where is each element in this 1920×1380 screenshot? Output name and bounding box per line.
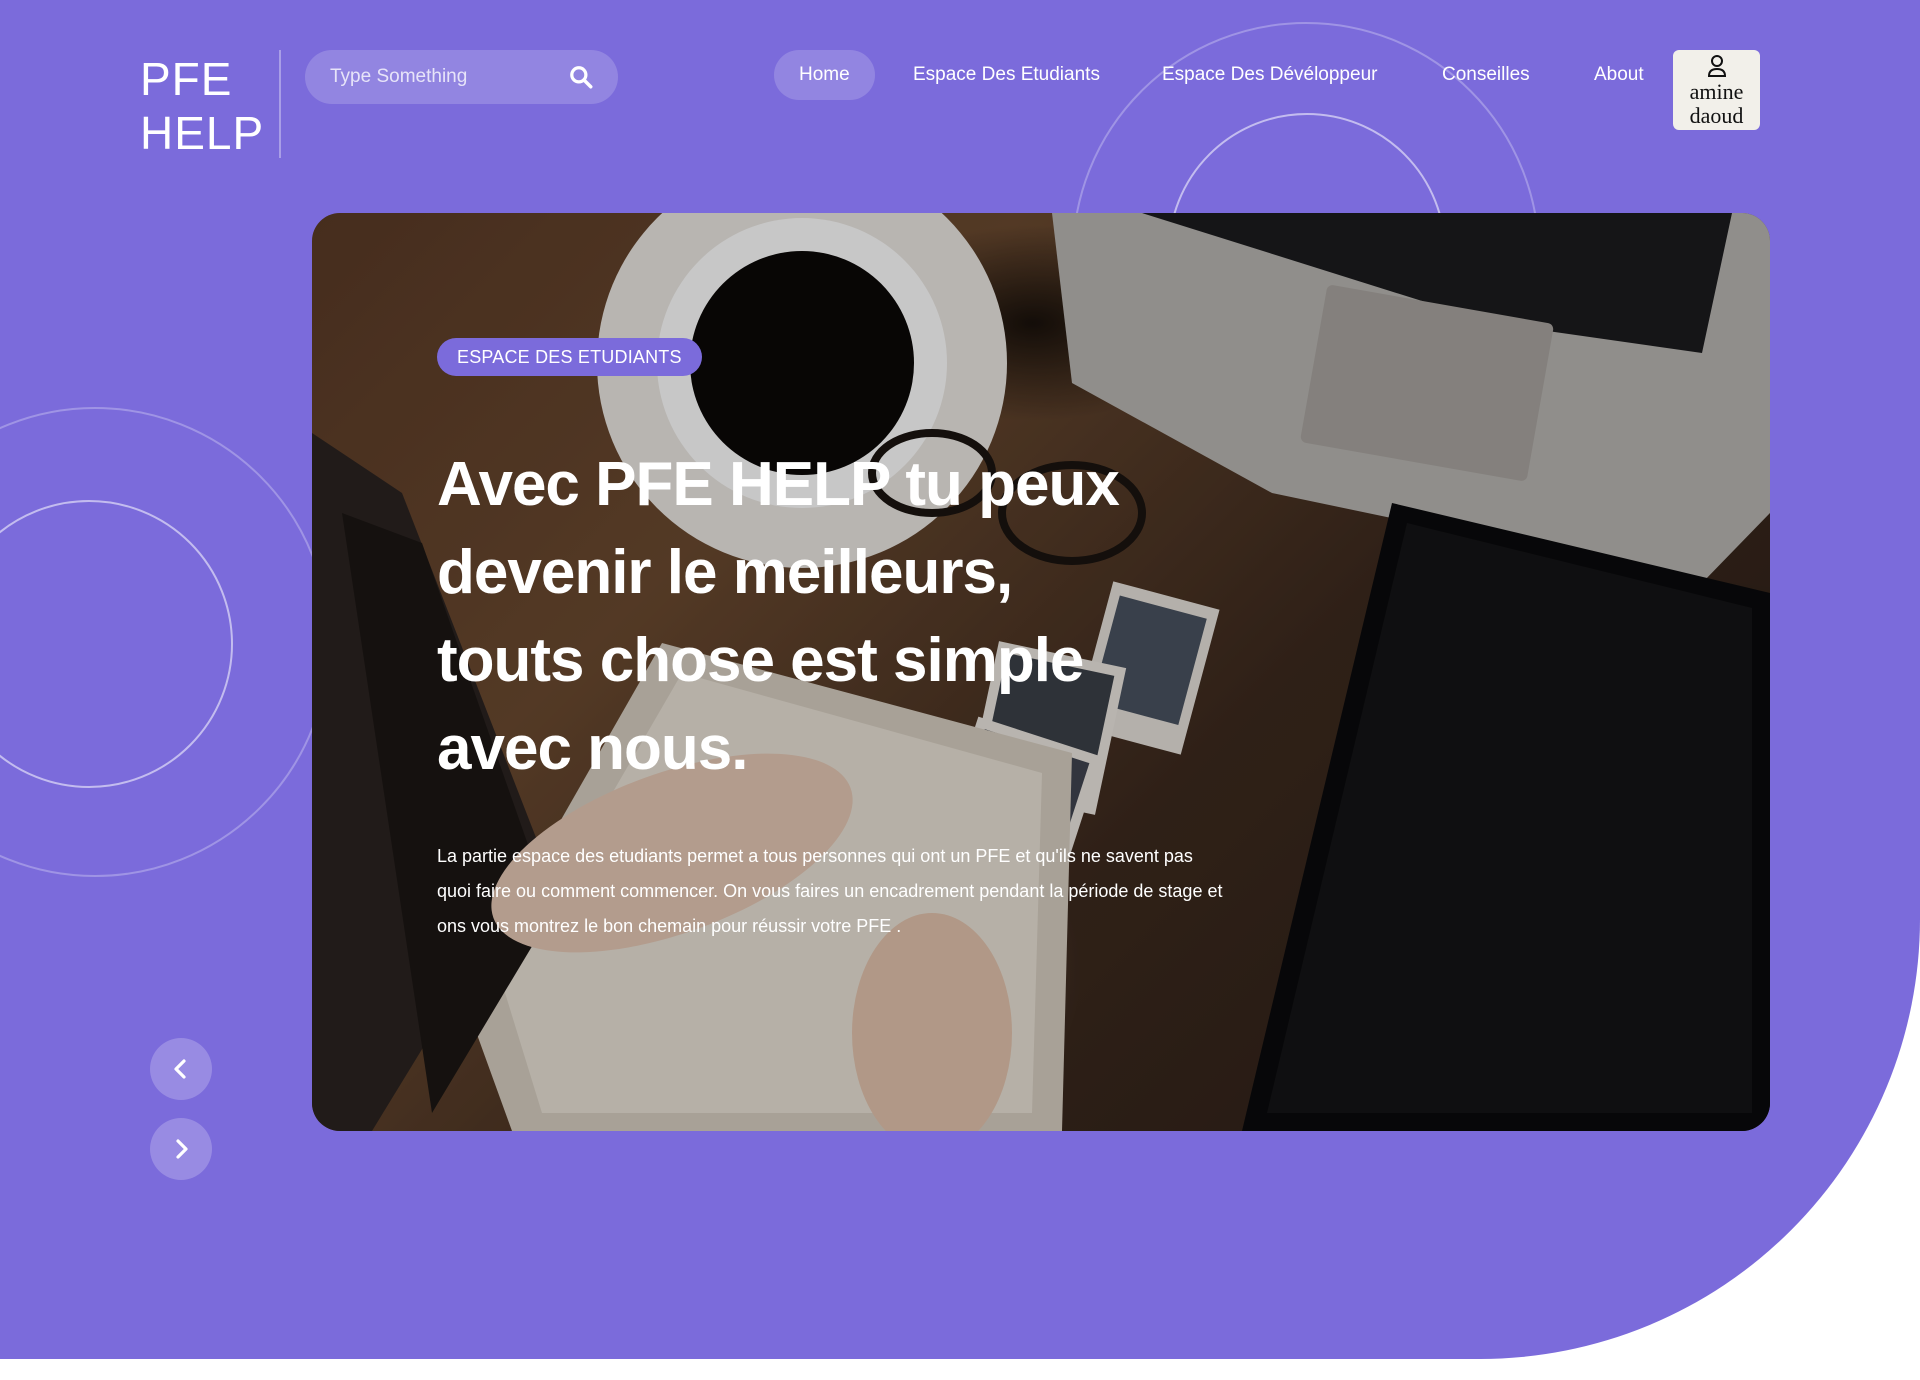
user-icon <box>1707 55 1727 77</box>
chevron-right-icon <box>176 1139 188 1159</box>
carousel-next-button[interactable] <box>150 1118 212 1180</box>
nav-about[interactable]: About <box>1594 50 1644 100</box>
nav-espace-etudiants[interactable]: Espace Des Etudiants <box>913 50 1100 100</box>
slide-headline: Avec PFE HELP tu peux devenir le meilleu… <box>437 450 1120 783</box>
search-input[interactable] <box>330 50 550 104</box>
nav-home[interactable]: Home <box>774 50 875 100</box>
nav-conseilles[interactable]: Conseilles <box>1442 50 1530 100</box>
user-name: amine daoud <box>1673 80 1760 128</box>
slide-description: La partie espace des etudiants permet a … <box>437 846 1223 936</box>
brand-line-1: PFE <box>140 53 233 105</box>
category-tag[interactable]: ESPACE DES ETUDIANTS <box>437 338 702 376</box>
header-divider <box>279 50 281 158</box>
brand-logo[interactable]: PFE HELP <box>140 52 264 160</box>
brand-line-2: HELP <box>140 107 265 159</box>
user-first-name: amine <box>1689 79 1744 104</box>
carousel-prev-button[interactable] <box>150 1038 212 1100</box>
chevron-left-icon <box>174 1059 186 1079</box>
user-profile-button[interactable]: amine daoud <box>1673 50 1760 130</box>
hero-slide-card: ESPACE DES ETUDIANTS Avec PFE HELP tu pe… <box>312 213 1770 1131</box>
nav-espace-developpeur[interactable]: Espace Des Dévéloppeur <box>1162 50 1377 100</box>
user-last-name: daoud <box>1689 103 1744 128</box>
search-icon[interactable] <box>568 64 594 90</box>
